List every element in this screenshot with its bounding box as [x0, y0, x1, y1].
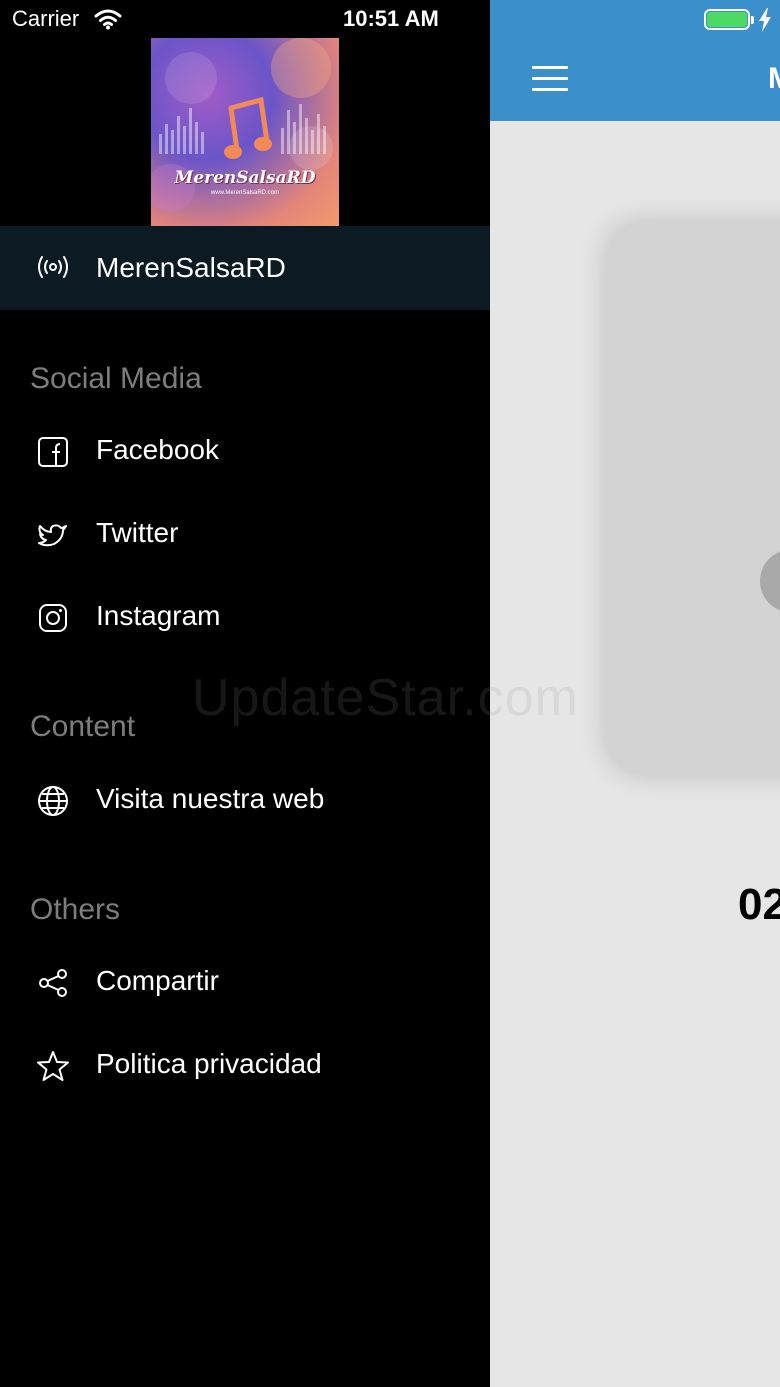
logo-url: www.MerenSalsaRD.com [210, 190, 280, 196]
menu-item-privacy-policy[interactable]: Politica privacidad [0, 1031, 490, 1101]
station-item[interactable]: MerenSalsaRD [0, 226, 490, 310]
battery-icon [704, 9, 754, 30]
watermark: UpdateStar.com [192, 669, 579, 727]
app-bar: M [490, 0, 780, 121]
instagram-icon [39, 604, 67, 632]
menu-item-label: Politica privacidad [96, 1048, 322, 1079]
section-title-others: Others [30, 893, 121, 926]
app-title: M [768, 62, 780, 96]
menu-item-label: Instagram [96, 600, 221, 631]
station-label: MerenSalsaRD [96, 252, 286, 283]
status-time: 10:51 AM [343, 6, 439, 31]
menu-button[interactable] [532, 66, 568, 92]
menu-item-instagram[interactable]: Instagram [0, 583, 490, 653]
menu-item-twitter[interactable]: Twitter [0, 500, 490, 570]
menu-item-label: Facebook [96, 434, 219, 465]
menu-item-label: Visita nuestra web [96, 783, 325, 814]
carrier-label: Carrier [12, 6, 80, 31]
station-logo: MerenSalsaRD www.MerenSalsaRD.com [151, 38, 339, 226]
menu-item-label: Twitter [96, 517, 179, 548]
twitter-icon [38, 524, 67, 547]
wifi-icon [94, 9, 122, 30]
section-title-content: Content [30, 710, 136, 743]
album-artwork [606, 222, 780, 774]
menu-item-website[interactable]: Visita nuestra web [0, 766, 490, 836]
radio-broadcast-icon [38, 256, 68, 278]
section-title-social-media: Social Media [30, 362, 202, 395]
logo-title: MerenSalsaRD [174, 168, 316, 188]
globe-icon [38, 786, 68, 816]
menu-item-facebook[interactable]: Facebook [0, 417, 490, 487]
facebook-icon [38, 437, 68, 467]
playback-time: 02 [738, 880, 780, 929]
share-icon [39, 969, 67, 997]
menu-item-label: Compartir [96, 965, 219, 996]
menu-item-share[interactable]: Compartir [0, 948, 490, 1018]
star-icon [37, 1051, 69, 1081]
charging-bolt-icon [759, 8, 771, 32]
